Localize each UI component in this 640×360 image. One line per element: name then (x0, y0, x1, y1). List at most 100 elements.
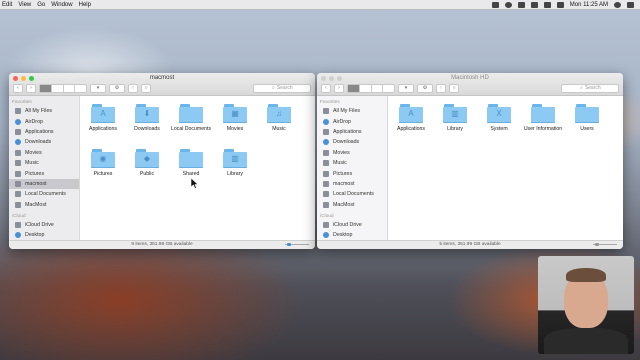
action-gear-icon[interactable]: ⚙ (417, 84, 433, 93)
folder-user-information[interactable]: User Information (521, 104, 565, 132)
dropbox-icon[interactable] (491, 1, 499, 8)
status-text: 9 items, 351.98 GB available (131, 242, 193, 247)
arrange-button[interactable]: ▾ (90, 84, 106, 93)
sidebar-item-label: Downloads (333, 139, 360, 146)
desktop-icon (15, 232, 21, 239)
sidebar-item-macmost[interactable]: MacMost (9, 200, 79, 210)
sidebar-item-movies[interactable]: Movies (317, 148, 387, 158)
folder-local-documents[interactable]: Local Documents (169, 104, 213, 132)
coverflow-view-icon[interactable] (383, 85, 394, 92)
column-view-icon[interactable] (64, 85, 76, 92)
menu-window[interactable]: Window (51, 2, 72, 8)
share-icon[interactable]: ↑ (128, 84, 138, 93)
folder-users[interactable]: Users (565, 104, 609, 132)
menu-clock[interactable]: Mon 11:25 AM (570, 2, 608, 8)
folder-downloads[interactable]: ⬇ Downloads (125, 104, 169, 132)
view-switcher[interactable] (39, 84, 87, 93)
sidebar-item-applications[interactable]: Applications (9, 127, 79, 137)
icon-size-slider[interactable] (285, 243, 309, 246)
folder-label: Pictures (93, 171, 113, 177)
sidebar-item-icloud-drive[interactable]: iCloud Drive (9, 220, 79, 230)
sidebar-item-music[interactable]: Music (9, 158, 79, 168)
sidebar-item-macmost[interactable]: macmost (317, 179, 387, 189)
icon-view-icon[interactable] (348, 85, 360, 92)
menu-help[interactable]: Help (79, 2, 91, 8)
share-icon[interactable]: ↑ (436, 84, 446, 93)
list-view-icon[interactable] (52, 85, 64, 92)
folder-applications[interactable]: A Applications (81, 104, 125, 132)
tags-icon[interactable]: ○ (141, 84, 151, 93)
window-titlebar[interactable]: Macintosh HD ‹ › ▾ ⚙ ↑ ○ ⌕ Search (317, 73, 623, 96)
action-gear-icon[interactable]: ⚙ (109, 84, 125, 93)
sidebar-item-label: iCloud Drive (333, 222, 362, 229)
battery-icon[interactable] (556, 1, 564, 8)
forward-button[interactable]: › (26, 84, 36, 93)
window-titlebar[interactable]: macmost ‹ › ▾ ⚙ ↑ ○ ⌕ Search (9, 73, 315, 96)
notification-center-icon[interactable] (627, 1, 634, 8)
sidebar-item-airdrop[interactable]: AirDrop (317, 116, 387, 126)
timemachine-icon[interactable] (504, 1, 512, 8)
menu-bar: Edit View Go Window Help Mon 11:25 AM (0, 0, 640, 10)
finder-window-macintosh-hd: Macintosh HD ‹ › ▾ ⚙ ↑ ○ ⌕ Search Favori… (317, 73, 623, 249)
sidebar-item-icloud-drive[interactable]: iCloud Drive (317, 220, 387, 230)
icloud-drive-icon (15, 222, 21, 229)
back-button[interactable]: ‹ (13, 84, 23, 93)
folder-applications[interactable]: A Applications (389, 104, 433, 132)
folder-pictures[interactable]: ◉ Pictures (81, 149, 125, 177)
folder-music[interactable]: ♫ Music (257, 104, 301, 132)
file-area[interactable]: A Applications ⬇ Downloads Local Documents ▦ M… (80, 96, 315, 241)
folder-label: Users (580, 126, 594, 132)
icon-view-icon[interactable] (40, 85, 52, 92)
applications-icon (323, 128, 329, 135)
wifi-icon[interactable] (530, 1, 538, 8)
sidebar-item-all-my-files[interactable]: All My Files (9, 106, 79, 116)
spotlight-icon[interactable] (614, 1, 621, 8)
bluetooth-icon[interactable] (517, 1, 525, 8)
sidebar-item-downloads[interactable]: Downloads (317, 137, 387, 147)
sidebar-item-movies[interactable]: Movies (9, 148, 79, 158)
slider-knob[interactable] (287, 243, 291, 246)
menu-view[interactable]: View (18, 2, 31, 8)
search-input[interactable]: ⌕ Search (561, 84, 619, 93)
presenter-shirt (544, 328, 628, 354)
file-area[interactable]: A Applications ▥ Library X System User Informa… (388, 96, 623, 241)
arrange-button[interactable]: ▾ (398, 84, 414, 93)
sidebar-item-label: Local Documents (333, 191, 374, 198)
sidebar-item-macmost[interactable]: macmost (9, 178, 79, 190)
volume-icon[interactable] (543, 1, 551, 8)
sidebar-item-pictures[interactable]: Pictures (317, 168, 387, 178)
icon-size-slider[interactable] (593, 243, 617, 246)
folder-movies[interactable]: ▦ Movies (213, 104, 257, 132)
sidebar-item-local-documents[interactable]: Local Documents (317, 189, 387, 199)
sidebar-item-music[interactable]: Music (317, 158, 387, 168)
coverflow-view-icon[interactable] (75, 85, 86, 92)
movies-icon (323, 149, 329, 156)
folder-public[interactable]: ◆ Public (125, 149, 169, 177)
menu-edit[interactable]: Edit (2, 2, 12, 8)
folder-shared[interactable]: Shared (169, 149, 213, 177)
column-view-icon[interactable] (372, 85, 384, 92)
folder-system[interactable]: X System (477, 104, 521, 132)
folder-icon (531, 104, 555, 123)
folder-label: System (490, 126, 508, 132)
sidebar-item-all-my-files[interactable]: All My Files (317, 106, 387, 116)
sidebar-item-label: AirDrop (25, 118, 43, 125)
back-button[interactable]: ‹ (321, 84, 331, 93)
all-my-files-icon (15, 108, 21, 115)
search-input[interactable]: ⌕ Search (253, 84, 311, 93)
list-view-icon[interactable] (360, 85, 372, 92)
sidebar-item-downloads[interactable]: Downloads (9, 137, 79, 147)
sidebar-item-local-documents[interactable]: Local Documents (9, 189, 79, 199)
folder-library[interactable]: ▥ Library (433, 104, 477, 132)
view-switcher[interactable] (347, 84, 395, 93)
folder-library[interactable]: ▥ Library (213, 149, 257, 177)
sidebar-item-pictures[interactable]: Pictures (9, 168, 79, 178)
slider-knob[interactable] (595, 243, 599, 246)
sidebar-item-macmost[interactable]: MacMost (317, 200, 387, 210)
movies-icon (15, 149, 21, 156)
menu-go[interactable]: Go (37, 2, 45, 8)
forward-button[interactable]: › (334, 84, 344, 93)
sidebar-item-airdrop[interactable]: AirDrop (9, 116, 79, 126)
tags-icon[interactable]: ○ (449, 84, 459, 93)
sidebar-item-applications[interactable]: Applications (317, 127, 387, 137)
